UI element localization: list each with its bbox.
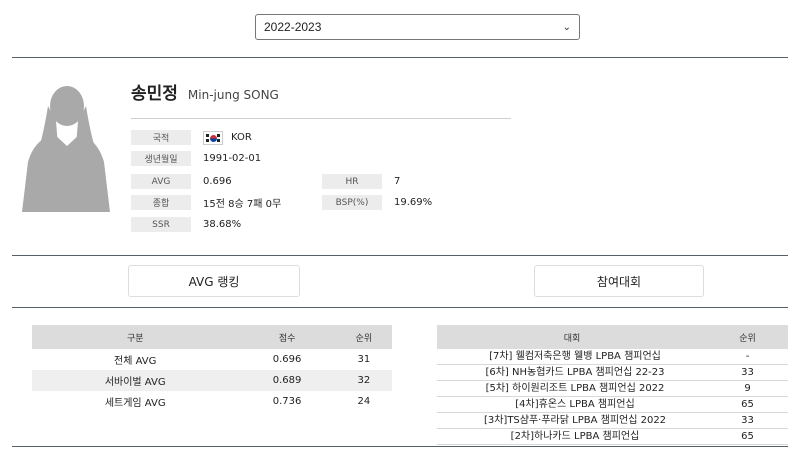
info-bsp: BSP(%) 19.69% bbox=[322, 195, 432, 210]
info-value: 38.68% bbox=[203, 219, 242, 230]
table-row: [2차]하나카드 LPBA 챔피언십 65 bbox=[437, 428, 788, 445]
table-row: 서바이벌 AVG 0.689 32 bbox=[32, 370, 392, 391]
divider bbox=[12, 307, 788, 308]
table-cell: 0.696 bbox=[272, 354, 302, 365]
info-value: 1991-02-01 bbox=[203, 153, 262, 164]
column-header: 점수 bbox=[238, 325, 336, 349]
divider bbox=[12, 255, 788, 256]
season-select-value: 2022-2023 bbox=[264, 20, 322, 34]
table-row: [4차]휴온스 LPBA 챔피언십 65 bbox=[437, 396, 788, 413]
table-cell: 9 bbox=[707, 380, 788, 397]
tab-avg-ranking[interactable]: AVG 랭킹 bbox=[128, 265, 300, 297]
info-value: KOR bbox=[231, 132, 252, 143]
info-label: HR bbox=[322, 174, 382, 189]
info-birth: 생년월일 1991-02-01 bbox=[131, 151, 261, 166]
table-cell: 33 bbox=[707, 412, 788, 429]
player-name-korean: 송민정 bbox=[131, 84, 178, 104]
info-label: BSP(%) bbox=[322, 195, 382, 210]
info-nationality: 국적 KOR bbox=[131, 130, 252, 145]
table-row: [5차] 하이원리조트 LPBA 챔피언십 2022 9 bbox=[437, 380, 788, 397]
column-header: 구분 bbox=[32, 325, 239, 349]
info-label: 생년월일 bbox=[131, 151, 191, 166]
event-link[interactable]: [3차]TS샴푸·푸라닭 LPBA 챔피언십 2022 bbox=[437, 412, 707, 429]
table-row: 전체 AVG 0.696 31 bbox=[32, 349, 392, 370]
info-value: 0.696 bbox=[203, 176, 232, 187]
table-cell: 세트게임 AVG bbox=[104, 398, 166, 409]
info-record: 종합 15전 8승 7패 0무 bbox=[131, 195, 281, 210]
info-label: SSR bbox=[131, 217, 191, 232]
table-cell: 32 bbox=[335, 370, 392, 391]
column-header: 대회 bbox=[437, 325, 707, 349]
table-cell: 65 bbox=[707, 428, 788, 445]
info-label: 종합 bbox=[131, 195, 191, 210]
event-link[interactable]: [7차] 웰컴저축은행 웰뱅 LPBA 챔피언십 bbox=[437, 349, 707, 365]
table-cell: 31 bbox=[357, 354, 371, 365]
season-select[interactable]: 2022-2023 ⌄ bbox=[255, 14, 580, 40]
event-link[interactable]: [2차]하나카드 LPBA 챔피언십 bbox=[437, 428, 707, 445]
info-value: 7 bbox=[394, 176, 401, 187]
column-header: 순위 bbox=[707, 325, 788, 349]
table-cell: 0.689 bbox=[238, 370, 336, 391]
table-cell: 0.736 bbox=[272, 396, 302, 407]
info-value: 19.69% bbox=[394, 197, 433, 208]
info-avg: AVG 0.696 bbox=[131, 174, 232, 189]
table-row: [7차] 웰컴저축은행 웰뱅 LPBA 챔피언십 - bbox=[437, 349, 788, 365]
info-value: 15전 8승 7패 0무 bbox=[203, 199, 282, 210]
event-link[interactable]: [6차] NH농협카드 LPBA 챔피언십 22-23 bbox=[437, 364, 707, 381]
table-cell: 65 bbox=[707, 396, 788, 413]
name-divider bbox=[131, 118, 511, 119]
column-header: 순위 bbox=[335, 325, 392, 349]
table-cell: 24 bbox=[357, 396, 371, 407]
player-name-english: Min-jung SONG bbox=[187, 88, 279, 102]
info-label: AVG bbox=[131, 174, 191, 189]
table-row: 세트게임 AVG 0.736 24 bbox=[32, 391, 392, 412]
divider bbox=[12, 446, 788, 447]
table-row: [6차] NH농협카드 LPBA 챔피언십 22-23 33 bbox=[437, 364, 788, 381]
info-hr: HR 7 bbox=[322, 174, 400, 189]
table-cell: 서바이벌 AVG bbox=[32, 370, 239, 391]
table-cell: - bbox=[707, 349, 788, 365]
avg-ranking-table: 구분 점수 순위 전체 AVG 0.696 31 서바이벌 AVG 0.689 … bbox=[32, 325, 392, 412]
player-silhouette-icon bbox=[22, 86, 110, 212]
info-label: 국적 bbox=[131, 130, 191, 145]
table-cell: 33 bbox=[707, 364, 788, 381]
events-table: 대회 순위 [7차] 웰컴저축은행 웰뱅 LPBA 챔피언십 - [6차] NH… bbox=[437, 325, 788, 445]
player-name: 송민정 Min-jung SONG bbox=[131, 79, 279, 104]
info-ssr: SSR 38.68% bbox=[131, 217, 241, 232]
table-row: [3차]TS샴푸·푸라닭 LPBA 챔피언십 2022 33 bbox=[437, 412, 788, 429]
korea-flag-icon bbox=[203, 130, 223, 145]
table-cell: 전체 AVG bbox=[114, 356, 157, 367]
event-link[interactable]: [4차]휴온스 LPBA 챔피언십 bbox=[437, 396, 707, 413]
divider bbox=[12, 57, 788, 58]
chevron-down-icon: ⌄ bbox=[562, 21, 571, 33]
tab-events[interactable]: 참여대회 bbox=[534, 265, 704, 297]
event-link[interactable]: [5차] 하이원리조트 LPBA 챔피언십 2022 bbox=[437, 380, 707, 397]
